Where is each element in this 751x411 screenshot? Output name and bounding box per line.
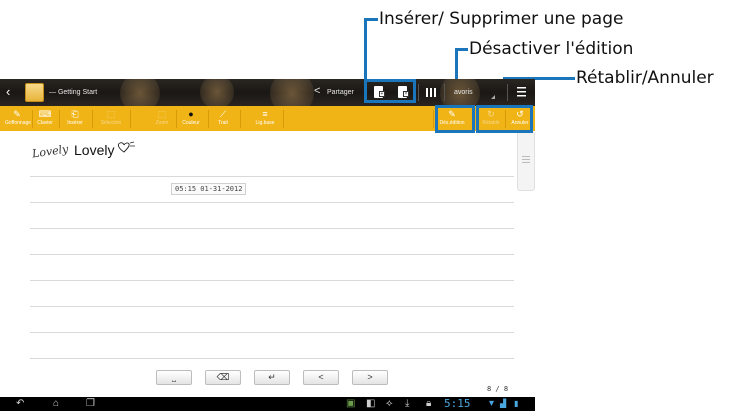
scribble-icon: ✎ bbox=[13, 109, 21, 119]
heart-doodle-icon bbox=[117, 141, 135, 153]
grid-view-icon[interactable] bbox=[426, 88, 436, 97]
stroke-button[interactable]: ⟋ Trait bbox=[214, 108, 232, 130]
baseline-label: Lig.base bbox=[255, 120, 275, 126]
keyboard-icon: ⌨ bbox=[38, 109, 52, 119]
note-page[interactable]: Lovely Lovely 05:15 01-31-2012 8 / 8 bbox=[0, 131, 535, 397]
color-button[interactable]: ● Couleur bbox=[178, 108, 204, 130]
share-button[interactable]: Partager bbox=[327, 89, 354, 96]
insert-icon: ⎗ bbox=[71, 109, 79, 119]
favorites-dropdown[interactable]: avoris bbox=[454, 89, 473, 96]
callout-insert-delete-page: Insérer/ Supprimer une page bbox=[379, 9, 624, 29]
gallery-notification-icon: ▣ bbox=[346, 398, 356, 409]
signal-icon: ▟ bbox=[500, 399, 507, 408]
nav-recent-apps-icon[interactable]: ❐ bbox=[86, 398, 95, 410]
nav-home-icon[interactable]: ⌂ bbox=[53, 398, 59, 410]
status-clock: 5:15 bbox=[444, 397, 471, 410]
callout-disable-edit: Désactiver l'édition bbox=[469, 39, 634, 59]
handwriting-text: Lovely bbox=[31, 142, 70, 161]
notebook-title: — Getting Start bbox=[49, 89, 98, 96]
stroke-icon: ⟋ bbox=[219, 109, 227, 119]
scribble-mode-button[interactable]: ✎ Griffonnage bbox=[5, 108, 32, 130]
space-key[interactable]: ⎵ bbox=[156, 370, 192, 385]
select-button[interactable]: ⬚ Sélection bbox=[96, 108, 126, 130]
zoom-icon: ⬚ bbox=[157, 109, 167, 119]
highlight-disable-edit bbox=[435, 105, 475, 133]
battery-icon: ▮ bbox=[514, 399, 519, 408]
zoom-button[interactable]: ⬚ Zoom bbox=[152, 108, 172, 130]
select-label: Sélection bbox=[100, 120, 122, 126]
color-dot-icon: ● bbox=[188, 109, 194, 119]
baseline-icon: ≡ bbox=[262, 109, 268, 119]
next-key[interactable]: > bbox=[352, 370, 388, 385]
typed-text: Lovely bbox=[74, 142, 115, 158]
notification-icon: ◧ bbox=[366, 398, 376, 409]
callout-redo-undo: Rétablir/Annuler bbox=[576, 68, 714, 88]
notebook-cover-icon bbox=[25, 83, 44, 102]
page-scrollbar[interactable] bbox=[517, 131, 535, 191]
insert-button[interactable]: ⎗ Insérer bbox=[62, 108, 88, 130]
dropdown-corner-icon bbox=[491, 95, 495, 99]
previous-key[interactable]: < bbox=[303, 370, 339, 385]
lock-icon: 🔒︎ bbox=[426, 398, 432, 409]
select-icon: ⬚ bbox=[106, 109, 116, 119]
color-label: Couleur bbox=[182, 120, 200, 126]
nav-back-icon[interactable]: ↶ bbox=[16, 398, 24, 410]
highlight-insert-delete-page bbox=[364, 79, 416, 103]
zoom-label: Zoom bbox=[155, 120, 169, 126]
page-counter: 8 / 8 bbox=[487, 385, 509, 393]
overflow-menu-icon[interactable] bbox=[517, 87, 526, 97]
leader-line-insert-vertical bbox=[364, 18, 367, 80]
insert-label: Insérer bbox=[67, 120, 83, 126]
stroke-label: Trait bbox=[218, 120, 228, 126]
backspace-key[interactable]: ⌫ bbox=[205, 370, 241, 385]
action-bar: ‹ — Getting Start < Partager + × avoris bbox=[0, 79, 535, 115]
usb-icon: ⟡ bbox=[386, 398, 393, 409]
share-icon[interactable]: < bbox=[314, 85, 320, 97]
enter-key[interactable]: ↵ bbox=[254, 370, 290, 385]
root: Insérer/ Supprimer une page Désactiver l… bbox=[0, 0, 751, 411]
keyboard-mode-button[interactable]: ⌨ Clavier bbox=[35, 108, 55, 130]
highlight-redo-undo bbox=[476, 105, 533, 133]
back-arrow-icon[interactable]: ‹ bbox=[6, 84, 10, 99]
download-icon: ⤓ bbox=[405, 398, 410, 409]
scribble-label: Griffonnage bbox=[5, 120, 32, 126]
baseline-button[interactable]: ≡ Lig.base bbox=[253, 108, 277, 130]
keyboard-label: Clavier bbox=[37, 120, 53, 126]
system-nav-bar: ↶ ⌂ ❐ ▣ ◧ ⟡ ⤓ 🔒︎ 5:15 ▾ ▟ ▮ bbox=[0, 397, 535, 411]
wifi-icon: ▾ bbox=[489, 398, 495, 409]
timestamp: 05:15 01-31-2012 bbox=[171, 183, 247, 195]
